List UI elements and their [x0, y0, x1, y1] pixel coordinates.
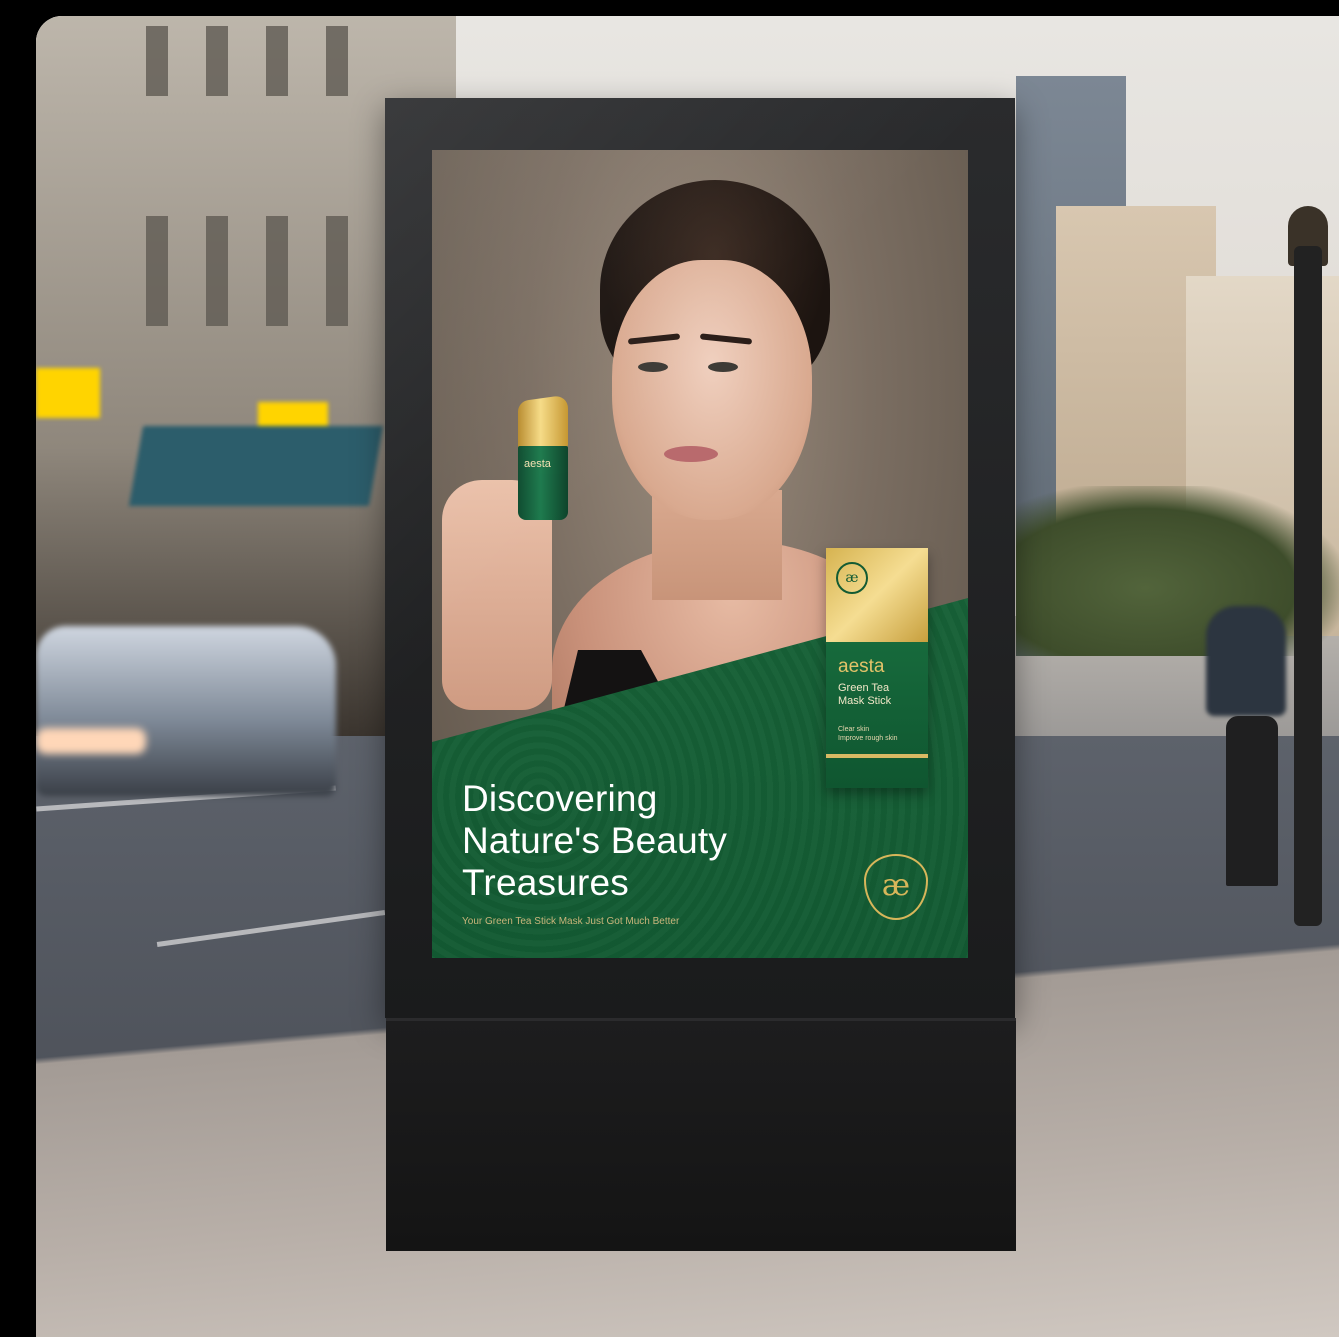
car-headlight: [36, 728, 146, 754]
building-window: [146, 26, 168, 96]
poster-tagline: Your Green Tea Stick Mask Just Got Much …: [462, 916, 680, 927]
box-gold-top: [826, 548, 928, 642]
billboard-base: [386, 1018, 1016, 1251]
model-lips: [664, 446, 718, 462]
shop-awning: [128, 426, 384, 506]
building-window: [266, 26, 288, 96]
product-box: æ aesta Green Tea Mask Stick Clear skin …: [826, 548, 928, 788]
building-window: [146, 216, 168, 326]
box-emblem-icon: æ: [836, 562, 868, 594]
box-brand: aesta: [838, 656, 885, 677]
pedestrian: [1206, 606, 1286, 716]
poster-headline: Discovering Nature's Beauty Treasures: [462, 778, 802, 904]
ad-poster: aesta Discovering Nature's Beauty Treasu…: [432, 150, 968, 958]
brand-logo-icon: æ: [864, 854, 928, 924]
headline-line: Treasures: [462, 862, 629, 903]
building-window: [266, 216, 288, 326]
headline-line: Nature's Beauty: [462, 820, 728, 861]
stick-cap: [518, 394, 568, 454]
box-product-name: Mask Stick: [838, 695, 892, 707]
building-window: [326, 216, 348, 326]
box-gold-band: [826, 754, 928, 758]
model-eye: [638, 362, 668, 372]
building-window: [326, 26, 348, 96]
logo-glyph: æ: [881, 868, 911, 903]
trees: [1016, 486, 1339, 656]
held-product-stick: aesta: [518, 394, 568, 520]
box-feature: Improve rough skin: [838, 735, 898, 742]
shop-sign: [36, 368, 100, 418]
building-window: [206, 216, 228, 326]
model-face: [612, 260, 812, 520]
building-window: [206, 26, 228, 96]
street-lamp-post: [1294, 246, 1322, 926]
box-feature: Clear skin: [838, 726, 870, 733]
blurred-car: [36, 626, 336, 796]
model-eye: [708, 362, 738, 372]
headline-line: Discovering: [462, 778, 658, 819]
stick-label: aesta: [524, 458, 551, 470]
box-product-name: Green Tea: [838, 682, 890, 694]
bollard: [1226, 716, 1278, 886]
